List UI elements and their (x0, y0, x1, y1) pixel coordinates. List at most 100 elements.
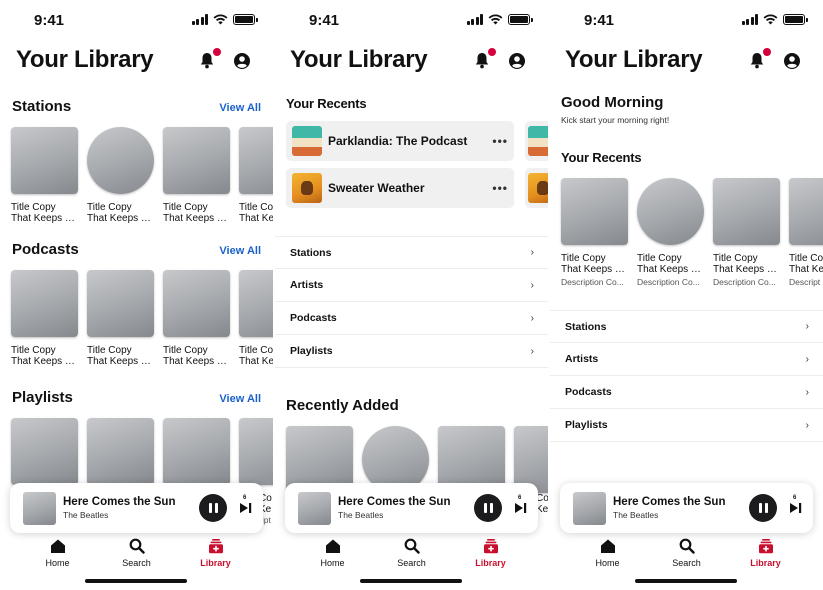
podcast-card[interactable]: Title Copy That Keeps G... (87, 270, 154, 367)
list-item-playlists[interactable]: Playlists › (550, 409, 823, 442)
mini-player[interactable]: Here Comes the Sun The Beatles 6 (560, 483, 813, 533)
library-category-list: Stations › Artists › Podcasts › Playlists › (275, 236, 548, 368)
home-indicator (360, 579, 462, 583)
chevron-right-icon: › (805, 419, 809, 431)
station-card[interactable]: Title Copy That Keeps G... (11, 127, 78, 224)
podcast-artwork (239, 270, 273, 337)
playlist-card[interactable] (11, 418, 78, 485)
battery-icon (233, 14, 258, 25)
tab-bar: Home Search Library (0, 538, 273, 572)
playlist-artwork (11, 418, 78, 485)
recent-artwork (789, 178, 823, 245)
playlist-card[interactable] (163, 418, 230, 485)
recent-item-peek[interactable] (525, 168, 548, 208)
account-icon[interactable] (233, 52, 251, 70)
home-icon (50, 539, 65, 553)
now-playing-title: Here Comes the Sun (338, 496, 451, 508)
list-item-podcasts[interactable]: Podcasts › (275, 302, 548, 335)
podcast-card[interactable]: Title Copy That Keeps G... (163, 270, 230, 367)
home-icon (600, 539, 615, 553)
recent-item-peek[interactable] (525, 121, 548, 161)
podcasts-view-all-link[interactable]: View All (219, 245, 261, 257)
stations-section-header: Stations View All (12, 98, 261, 115)
recent-item[interactable]: Sweater Weather ••• (286, 168, 514, 208)
recents-carousel[interactable]: Title Copy That Keeps G... Description Co.… (561, 178, 823, 287)
tab-search[interactable]: Search (107, 538, 167, 572)
list-item-podcasts[interactable]: Podcasts › (550, 376, 823, 409)
mini-player[interactable]: Here Comes the Sun The Beatles 6 (285, 483, 538, 533)
wifi-icon (213, 14, 228, 25)
stations-view-all-link[interactable]: View All (219, 102, 261, 114)
station-artwork (87, 127, 154, 194)
playlists-carousel[interactable] (11, 418, 273, 485)
podcast-artwork (87, 270, 154, 337)
account-icon[interactable] (783, 52, 801, 70)
tab-library[interactable]: Library (461, 538, 521, 572)
battery-icon (783, 14, 808, 25)
recent-card[interactable]: Title Co That Ke Descript (789, 178, 823, 287)
search-icon (679, 538, 695, 554)
skip-forward-button[interactable]: 6 (787, 495, 803, 516)
playlists-view-all-link[interactable]: View All (219, 393, 261, 405)
list-item-artists[interactable]: Artists › (550, 343, 823, 376)
tab-bar: Home Search Library (550, 538, 823, 572)
screen-library-sections: 9:41 Your Library Stations View All Titl… (0, 0, 273, 590)
chevron-right-icon: › (530, 247, 534, 258)
station-card[interactable]: Title Copy That Keeps G... (87, 127, 154, 224)
notifications-bell-icon[interactable] (749, 48, 771, 70)
now-playing-title: Here Comes the Sun (63, 496, 176, 508)
notifications-bell-icon[interactable] (474, 48, 496, 70)
tab-home[interactable]: Home (28, 538, 88, 572)
skip-forward-button[interactable]: 6 (512, 495, 528, 516)
account-icon[interactable] (508, 52, 526, 70)
notifications-bell-icon[interactable] (199, 48, 221, 70)
tab-search[interactable]: Search (657, 538, 717, 572)
now-playing-artist: The Beatles (63, 510, 109, 520)
playlist-card[interactable] (239, 418, 273, 485)
chevron-right-icon: › (530, 279, 534, 291)
pause-button[interactable] (199, 494, 227, 522)
list-item-stations[interactable]: Stations › (550, 310, 823, 343)
recent-item[interactable]: Parklandia: The Podcast ••• (286, 121, 514, 161)
pause-button[interactable] (474, 494, 502, 522)
recent-artwork (713, 178, 780, 245)
pause-button[interactable] (749, 494, 777, 522)
more-options-button[interactable]: ••• (492, 181, 508, 195)
list-item-playlists[interactable]: Playlists › (275, 335, 548, 368)
greeting-title: Good Morning (561, 94, 664, 111)
playlist-card[interactable] (87, 418, 154, 485)
list-item-stations[interactable]: Stations › (275, 236, 548, 269)
section-title: Podcasts (12, 241, 79, 258)
screen-library-greeting: 9:41 Your Library Good Morning Kick star… (550, 0, 823, 590)
recent-card[interactable]: Title Copy That Keeps G... Description Co.… (713, 178, 780, 287)
podcasts-carousel[interactable]: Title Copy That Keeps G... Title Copy That… (11, 270, 273, 367)
tab-search[interactable]: Search (382, 538, 442, 572)
station-artwork (163, 127, 230, 194)
station-card[interactable]: Title Co That Ke (239, 127, 273, 224)
tab-library[interactable]: Library (736, 538, 796, 572)
podcast-card[interactable]: Title Co That Ke (239, 270, 273, 367)
list-item-artists[interactable]: Artists › (275, 269, 548, 302)
tab-home[interactable]: Home (303, 538, 363, 572)
recent-card[interactable]: Title Copy That Keeps G... Description Co.… (637, 178, 704, 287)
podcast-card[interactable]: Title Copy That Keeps G... (11, 270, 78, 367)
tab-home[interactable]: Home (578, 538, 638, 572)
screen-library-recents: 9:41 Your Library Your Recents Parklandi… (275, 0, 548, 590)
station-artwork (239, 127, 273, 194)
now-playing-artwork (573, 491, 606, 525)
library-icon (758, 539, 773, 554)
home-indicator (85, 579, 187, 583)
skip-forward-button[interactable]: 6 (237, 495, 253, 516)
podcast-artwork (163, 270, 230, 337)
sweater-weather-artwork (292, 173, 322, 203)
search-icon (129, 538, 145, 554)
station-card[interactable]: Title Copy That Keeps G... (163, 127, 230, 224)
more-options-button[interactable]: ••• (492, 134, 508, 148)
recent-card[interactable]: Title Copy That Keeps G... Description Co.… (561, 178, 628, 287)
tab-library[interactable]: Library (186, 538, 246, 572)
stations-carousel[interactable]: Title Copy That Keeps G... Title Copy That… (11, 127, 273, 224)
notification-badge (763, 48, 771, 56)
battery-icon (508, 14, 533, 25)
mini-player[interactable]: Here Comes the Sun The Beatles 6 (10, 483, 263, 533)
page-title: Your Library (565, 46, 703, 73)
